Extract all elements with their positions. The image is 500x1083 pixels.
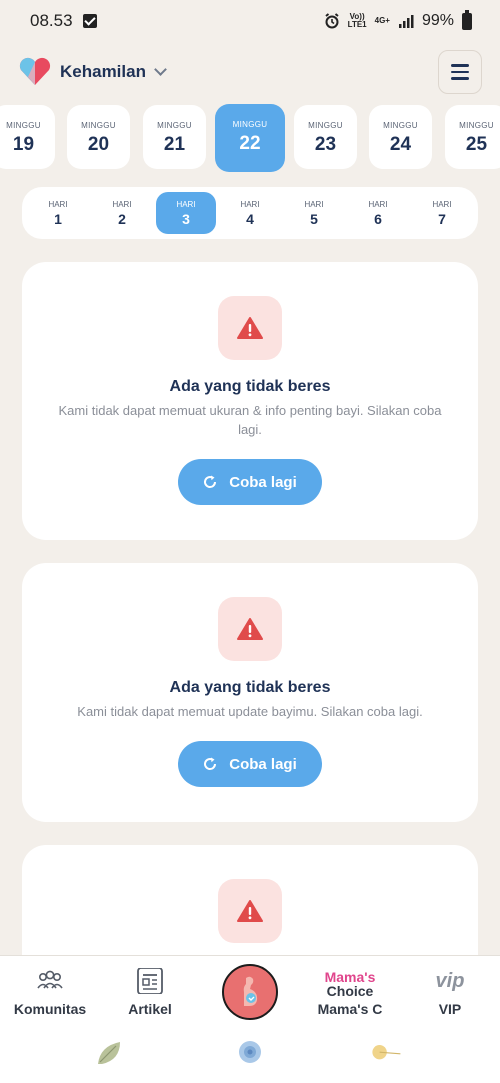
error-message: Kami tidak dapat memuat ukuran & info pe… (58, 403, 442, 437)
mamas-choice-logo: Mama's Choice (324, 969, 376, 999)
day-item-2[interactable]: HARI 2 (92, 192, 152, 234)
signal-icon (398, 15, 414, 28)
battery-percent: 99% (421, 12, 454, 29)
heart-icon (19, 57, 51, 85)
refresh-icon (204, 475, 217, 488)
alarm-icon (325, 13, 339, 29)
error-title: Ada yang tidak beres (169, 378, 331, 395)
warning-icon-container (218, 879, 282, 943)
retry-button[interactable]: Coba lagi (178, 459, 322, 505)
week-item-20[interactable]: MINGGU 20 (67, 105, 130, 169)
nav-artikel[interactable]: Artikel (100, 956, 200, 1026)
day-item-4[interactable]: HARI 4 (220, 192, 280, 234)
article-icon (137, 968, 163, 994)
hamburger-icon (451, 64, 469, 67)
chevron-down-icon (154, 63, 167, 76)
status-time: 08.53 (30, 11, 73, 30)
warning-icon-container (218, 296, 282, 360)
retry-button[interactable]: Coba lagi (178, 741, 322, 787)
pregnant-woman-icon (243, 976, 258, 1006)
community-icon (37, 970, 63, 989)
leaf-decoration-icon (98, 1042, 120, 1064)
week-item-23[interactable]: MINGGU 23 (294, 105, 357, 169)
error-card-baby-update: Ada yang tidak beres Kami tidak dapat me… (22, 563, 478, 822)
week-item-22[interactable]: MINGGU 22 (215, 104, 285, 172)
day-item-7[interactable]: HARI 7 (412, 192, 472, 234)
week-item-24[interactable]: MINGGU 24 (369, 105, 432, 169)
status-bar: 08.53 Vo)) LTE1 4G+ 99% (0, 0, 500, 42)
page-title: Kehamilan (60, 62, 146, 81)
refresh-icon (204, 757, 217, 770)
error-card-baby-size: Ada yang tidak beres Kami tidak dapat me… (22, 262, 478, 540)
volte-indicator: Vo)) LTE1 (347, 12, 367, 29)
week-item-25[interactable]: MINGGU 25 (445, 105, 500, 169)
nav-komunitas[interactable]: Komunitas (0, 956, 100, 1026)
day-selector: HARI 1 HARI 2 HARI 3 HARI 4 HARI 5 HARI … (22, 187, 478, 239)
network-type-indicator: 4G+ (374, 16, 390, 25)
week-item-21[interactable]: MINGGU 21 (143, 105, 206, 169)
day-item-6[interactable]: HARI 6 (348, 192, 408, 234)
pregnancy-dropdown[interactable]: Kehamilan (60, 62, 167, 82)
nav-vip[interactable]: vip VIP (400, 956, 500, 1026)
error-title: Ada yang tidak beres (169, 679, 331, 696)
week-item-19[interactable]: MINGGU 19 (0, 105, 55, 169)
warning-icon (237, 900, 263, 922)
menu-button[interactable] (438, 50, 482, 94)
notification-check-icon (82, 14, 97, 28)
warning-icon (237, 618, 263, 640)
vip-logo: vip (435, 970, 465, 992)
nav-mamas-choice[interactable]: Mama's Choice Mama's C (300, 956, 400, 1026)
day-item-5[interactable]: HARI 5 (284, 192, 344, 234)
dandelion-decoration-icon (372, 1045, 401, 1060)
retry-label: Coba lagi (229, 755, 297, 773)
pregnancy-center-button[interactable] (222, 964, 278, 1020)
app-header: Kehamilan (0, 50, 500, 94)
day-item-3[interactable]: HARI 3 (156, 192, 216, 234)
flower-decoration-icon (239, 1041, 261, 1063)
day-item-1[interactable]: HARI 1 (28, 192, 88, 234)
error-message: Kami tidak dapat memuat update bayimu. S… (77, 704, 423, 719)
warning-icon-container (218, 597, 282, 661)
warning-icon (237, 317, 263, 339)
retry-label: Coba lagi (229, 473, 297, 491)
battery-icon (462, 9, 472, 30)
